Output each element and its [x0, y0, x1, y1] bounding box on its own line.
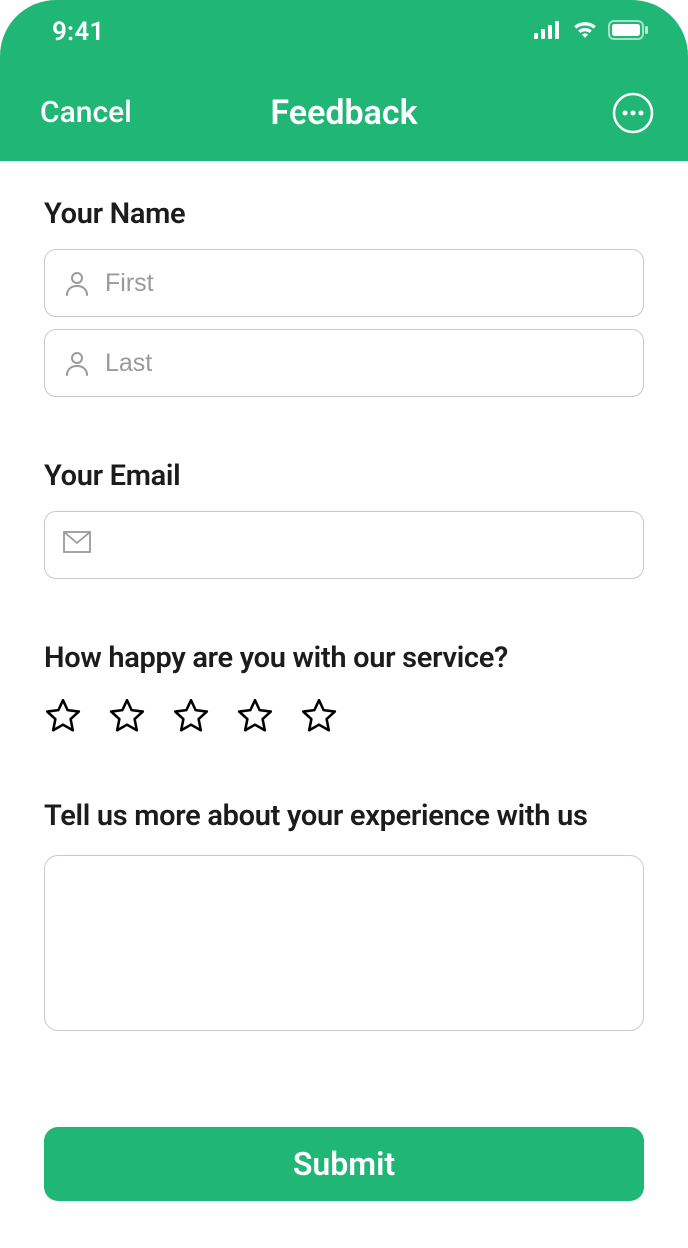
star-5[interactable] [300, 697, 338, 735]
last-name-input[interactable] [105, 349, 625, 378]
device-frame: 9:41 [0, 0, 688, 1248]
star-3[interactable] [172, 697, 210, 735]
experience-field[interactable] [44, 855, 644, 1031]
page-title: Feedback [270, 93, 417, 133]
battery-icon [608, 20, 650, 44]
cancel-button[interactable]: Cancel [40, 95, 132, 130]
status-time: 9:41 [52, 17, 104, 47]
star-1[interactable] [44, 697, 82, 735]
form-content: Your Name Your Email [0, 161, 688, 1201]
mail-icon [63, 531, 91, 559]
more-button[interactable] [612, 92, 654, 134]
email-input[interactable] [105, 531, 625, 560]
last-name-field[interactable] [44, 329, 644, 397]
first-name-field[interactable] [44, 249, 644, 317]
status-bar: 9:41 [0, 0, 688, 64]
submit-button[interactable]: Submit [44, 1127, 644, 1201]
email-field[interactable] [44, 511, 644, 579]
nav-bar: Cancel Feedback [0, 64, 688, 161]
cellular-signal-icon [534, 21, 562, 43]
wifi-icon [572, 20, 598, 44]
email-label: Your Email [44, 459, 644, 493]
first-name-input[interactable] [105, 269, 625, 298]
experience-label: Tell us more about your experience with … [44, 799, 644, 833]
status-icons [534, 20, 650, 44]
experience-textarea[interactable] [61, 870, 627, 1016]
rating-label: How happy are you with our service? [44, 641, 644, 675]
name-label: Your Name [44, 197, 644, 231]
person-icon [63, 269, 91, 297]
star-4[interactable] [236, 697, 274, 735]
star-rating [44, 697, 644, 735]
star-2[interactable] [108, 697, 146, 735]
person-icon [63, 349, 91, 377]
